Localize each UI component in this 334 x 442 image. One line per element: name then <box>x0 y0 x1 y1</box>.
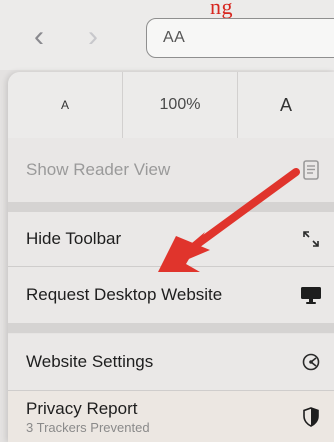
forward-button[interactable]: › <box>80 22 106 52</box>
gear-icon <box>300 351 322 373</box>
website-settings-item[interactable]: Website Settings <box>8 334 334 390</box>
aa-button[interactable]: AA <box>163 29 185 47</box>
decrease-text-size-button[interactable]: A <box>8 72 122 138</box>
desktop-monitor-icon <box>300 284 322 306</box>
page-settings-menu: A 100% A Show Reader View Hide Toolbar R… <box>8 72 334 442</box>
cropped-red-heading: ng <box>210 0 233 19</box>
section-divider <box>8 323 334 333</box>
privacy-report-item[interactable]: Privacy Report 3 Trackers Prevented <box>8 391 334 442</box>
privacy-report-text: Privacy Report 3 Trackers Prevented <box>26 399 150 435</box>
website-settings-label: Website Settings <box>26 352 154 371</box>
trackers-prevented-count: 3 Trackers Prevented <box>26 419 150 435</box>
privacy-report-label: Privacy Report <box>26 399 138 418</box>
arrows-diagonal-icon <box>300 228 322 250</box>
reader-view-icon <box>300 159 322 181</box>
hide-toolbar-item[interactable]: Hide Toolbar <box>8 212 334 266</box>
browser-toolbar: ng ‹ › AA <box>0 0 334 70</box>
request-desktop-website-item[interactable]: Request Desktop Website <box>8 267 334 323</box>
increase-text-size-button[interactable]: A <box>238 72 334 138</box>
section-divider <box>8 202 334 212</box>
text-size-row: A 100% A <box>8 72 334 138</box>
back-button[interactable]: ‹ <box>26 22 52 52</box>
show-reader-view-label: Show Reader View <box>26 160 171 179</box>
request-desktop-website-label: Request Desktop Website <box>26 285 223 304</box>
safari-screen: ng ‹ › AA A 100% A Show Reader View Hide… <box>0 0 334 442</box>
show-reader-view-item[interactable]: Show Reader View <box>8 138 334 202</box>
shield-icon <box>300 406 322 428</box>
zoom-level[interactable]: 100% <box>122 72 238 138</box>
hide-toolbar-label: Hide Toolbar <box>26 229 122 248</box>
address-bar[interactable]: AA <box>146 18 334 58</box>
